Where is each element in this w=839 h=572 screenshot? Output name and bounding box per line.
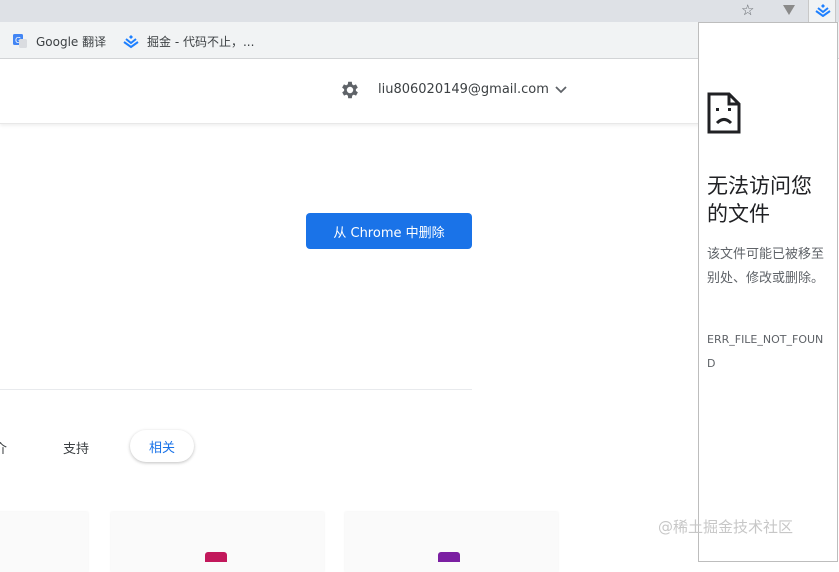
sad-file-icon — [707, 92, 741, 134]
v-extension-icon[interactable] — [782, 3, 796, 17]
tab-overview[interactable]: 介 — [0, 438, 7, 457]
bookmark-label: Google 翻译 — [36, 34, 107, 49]
related-extension-card[interactable] — [111, 512, 324, 572]
tab-support[interactable]: 支持 — [63, 438, 89, 457]
bookmark-juejin[interactable]: 掘金 - 代码不止，... — [123, 32, 254, 50]
remove-from-chrome-button[interactable]: 从 Chrome 中删除 — [306, 213, 472, 249]
page-header: liu806020149@gmail.com — [0, 59, 700, 124]
chevron-down-icon — [555, 85, 567, 93]
related-extension-card[interactable] — [345, 512, 558, 572]
google-translate-icon: G — [13, 34, 27, 48]
account-email: liu806020149@gmail.com — [378, 82, 549, 97]
gear-icon[interactable] — [339, 79, 361, 101]
juejin-icon — [123, 35, 139, 49]
bookmark-google-translate[interactable]: G Google 翻译 — [12, 32, 106, 50]
error-title: 无法访问您的文件 — [707, 174, 812, 226]
watermark: @稀土掘金技术社区 — [658, 518, 794, 536]
error-code: ERR_FILE_NOT_FOUND — [707, 333, 824, 370]
related-extension-card[interactable] — [0, 512, 88, 572]
browser-toolbar: ☆ — [0, 0, 839, 22]
extension-icon — [205, 552, 227, 562]
account-menu[interactable]: liu806020149@gmail.com — [378, 82, 567, 97]
extension-icon — [438, 552, 460, 562]
error-message: 该文件可能已被移至别处、修改或删除。 — [707, 247, 825, 286]
bookmark-star-icon[interactable]: ☆ — [741, 1, 754, 19]
juejin-extension-icon[interactable] — [808, 0, 836, 22]
extension-popup-error: 无法访问您的文件 该文件可能已被移至别处、修改或删除。 ERR_FILE_NOT… — [698, 22, 838, 562]
bookmark-label: 掘金 - 代码不止，... — [147, 34, 255, 49]
section-divider — [0, 389, 472, 390]
tab-related[interactable]: 相关 — [130, 430, 194, 462]
